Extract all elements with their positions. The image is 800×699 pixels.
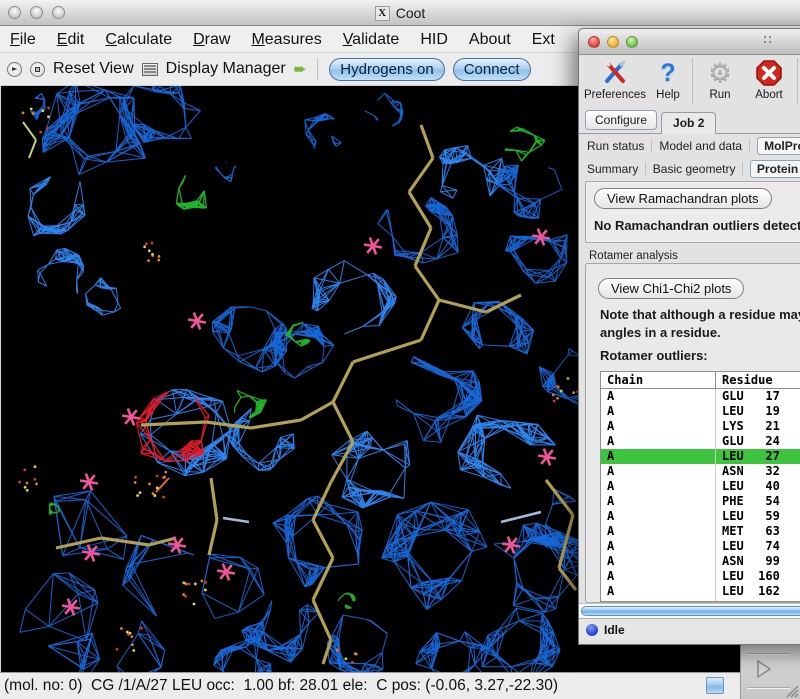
rotamer-analysis-label: Rotamer analysis <box>589 250 800 262</box>
table-row[interactable]: A LEU 19 <box>601 404 800 419</box>
table-row[interactable]: A ASN 99 <box>601 554 800 569</box>
dialog-minimize-button[interactable] <box>607 36 619 48</box>
job-tab-row: Configure Job 2 <box>579 109 800 134</box>
toolbar-separator <box>317 58 318 80</box>
connect-button[interactable]: Connect <box>453 58 531 81</box>
residue-column-header[interactable]: Residue <box>715 372 800 388</box>
gear-icon: ⚙ <box>708 57 731 89</box>
view-ramachandran-plots-button[interactable]: View Ramachandran plots <box>594 188 772 209</box>
table-row[interactable]: A PHE 168 <box>601 599 800 602</box>
chain-column-header[interactable]: Chain <box>601 372 715 388</box>
rotamer-outliers-label: Rotamer outliers: <box>600 348 708 363</box>
menu-item[interactable]: Calculate <box>105 31 172 49</box>
tab-basic-geometry[interactable]: Basic geometry <box>653 162 736 176</box>
tab-protein[interactable]: Protein <box>750 160 800 178</box>
dialog-titlebar[interactable] <box>579 29 800 55</box>
help-button[interactable]: ? Help <box>647 57 689 101</box>
rotamer-note-text: Note that although a residue may lie ang… <box>600 306 800 342</box>
table-row[interactable]: A PHE 54 <box>601 494 800 509</box>
ramachandran-section: View Ramachandran plots No Ramachandran … <box>585 181 800 243</box>
table-row[interactable]: A LEU 74 <box>601 539 800 554</box>
tab-model-and-data[interactable]: Model and data <box>659 139 742 153</box>
jump-arrow-icon[interactable]: ➨ <box>294 62 307 77</box>
view-chi1-chi2-plots-button[interactable]: View Chi1-Chi2 plots <box>598 278 744 299</box>
window-title-text: Coot <box>396 5 426 21</box>
table-body: A GLU 17 A LEU 19 A LYS 21 A GLU 24 <box>601 389 800 602</box>
table-row[interactable]: A LEU 162 <box>601 584 800 599</box>
menu-item[interactable]: Edit <box>57 31 85 49</box>
dialog-window-buttons <box>588 36 638 48</box>
redo-icon[interactable] <box>30 62 45 77</box>
table-row[interactable]: A LEU 27 <box>601 449 800 464</box>
preferences-icon <box>602 57 628 89</box>
dialog-toolbar: Preferences ? Help ⚙ Run Abort <box>579 55 800 109</box>
job-subtab-row: Run status Model and data MolProbit <box>579 134 800 157</box>
abort-button[interactable]: Abort <box>744 57 794 101</box>
ramachandran-status-text: No Ramachandran outliers detecte <box>594 218 800 233</box>
tab-job-2[interactable]: Job 2 <box>661 112 716 134</box>
window-titlebar[interactable]: X Coot <box>0 0 800 26</box>
menu-item[interactable]: File <box>10 31 36 49</box>
undo-icon[interactable] <box>7 62 22 77</box>
statusbar-scroll-thumb[interactable] <box>706 677 724 694</box>
rotamer-outliers-table: Chain Residue A GLU 17 A LEU 19 A LYS <box>600 371 800 602</box>
tab-run-status[interactable]: Run status <box>587 139 644 153</box>
menu-item[interactable]: About <box>469 31 511 49</box>
table-header-row: Chain Residue <box>601 372 800 389</box>
tab-molprobity[interactable]: MolProbit <box>757 137 800 155</box>
table-row[interactable]: A LYS 21 <box>601 419 800 434</box>
reset-view-button[interactable]: Reset View <box>53 60 134 78</box>
dialog-horizontal-scrollbar[interactable] <box>579 603 800 618</box>
hydrogens-on-button[interactable]: Hydrogens on <box>329 58 444 81</box>
table-row[interactable]: A GLU 17 <box>601 389 800 404</box>
tab-configure[interactable]: Configure <box>585 110 657 130</box>
idle-status-icon <box>586 624 598 636</box>
toolbar-separator <box>692 59 693 103</box>
coordinates-statusbar: (mol. no: 0) CG /1/A/27 LEU occ: 1.00 bf… <box>0 672 800 699</box>
molprobity-dialog: Preferences ? Help ⚙ Run Abort <box>578 28 800 645</box>
preferences-button[interactable]: Preferences <box>583 57 647 101</box>
display-manager-icon <box>142 63 158 76</box>
table-row[interactable]: A MET 63 <box>601 524 800 539</box>
side-panel-handle[interactable] <box>740 645 800 699</box>
window-title: X Coot <box>0 0 800 26</box>
help-icon: ? <box>660 57 675 89</box>
dialog-zoom-button[interactable] <box>626 36 638 48</box>
rotamer-analysis-frame: View Chi1-Chi2 plots Note that although … <box>585 263 800 603</box>
resize-grip-icon[interactable] <box>783 682 799 698</box>
idle-status-text: Idle <box>604 623 625 637</box>
tab-summary[interactable]: Summary <box>587 162 638 176</box>
table-row[interactable]: A LEU 160 <box>601 569 800 584</box>
display-manager-button[interactable]: Display Manager <box>166 60 286 78</box>
expander-triangle-icon[interactable] <box>755 659 773 679</box>
toolbar-separator <box>797 59 798 103</box>
panel-divider <box>747 653 790 655</box>
menu-item[interactable]: Measures <box>251 31 321 49</box>
coot-application-window: X Coot File Edit Calculate Draw Measures Vali… <box>0 0 800 699</box>
menu-item[interactable]: Draw <box>193 31 230 49</box>
dialog-close-button[interactable] <box>588 36 600 48</box>
dialog-statusbar: Idle <box>579 618 800 640</box>
run-button[interactable]: ⚙ Run <box>696 57 744 101</box>
menu-item[interactable]: Validate <box>343 31 400 49</box>
abort-icon <box>755 57 783 89</box>
table-row[interactable]: A LEU 59 <box>601 509 800 524</box>
table-row[interactable]: A ASN 32 <box>601 464 800 479</box>
validation-subtab-row: Summary Basic geometry Protein Cl <box>579 157 800 180</box>
table-row[interactable]: A GLU 24 <box>601 434 800 449</box>
menu-item[interactable]: HID <box>420 31 448 49</box>
atom-info-text: (mol. no: 0) CG /1/A/27 LEU occ: 1.00 bf… <box>4 677 558 695</box>
scrollbar-thumb[interactable] <box>581 606 800 616</box>
menu-item[interactable]: Ext <box>532 31 555 49</box>
table-row[interactable]: A LEU 40 <box>601 479 800 494</box>
x11-icon: X <box>375 6 390 21</box>
dialog-grip-icon <box>763 35 773 45</box>
